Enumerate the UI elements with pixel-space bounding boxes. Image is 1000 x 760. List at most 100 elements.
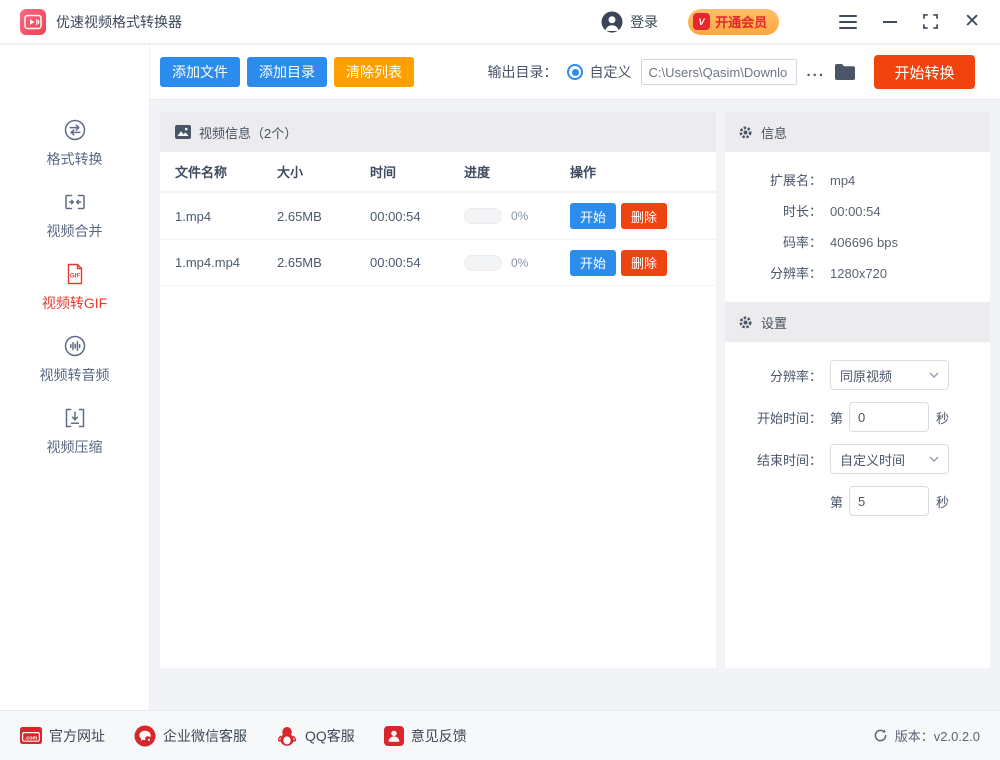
settings-section-title: 设置 [761, 313, 787, 332]
feedback-link[interactable]: 意见反馈 [384, 726, 467, 746]
sidebar-item-video-to-audio[interactable]: 视频转音频 [0, 333, 149, 385]
start-convert-button[interactable]: 开始转换 [874, 55, 975, 89]
footer-link-label: QQ客服 [305, 726, 355, 746]
menu-button[interactable] [809, 15, 857, 29]
setting-resolution: 分辨率： 同原视频 [725, 360, 990, 390]
start-time-input[interactable] [849, 402, 929, 432]
table-row: 1.mp4.mp4 2.65MB 00:00:54 0% 开始 删除 [160, 239, 716, 286]
svg-text:.com: .com [25, 736, 38, 742]
ordinal-prefix: 第 [830, 408, 843, 427]
open-vip-label: 开通会员 [715, 12, 767, 31]
qq-support-link[interactable]: QQ客服 [276, 725, 355, 747]
ordinal-prefix: 第 [830, 492, 843, 511]
app-logo-icon [20, 9, 46, 35]
video-to-audio-icon [62, 333, 88, 359]
field-value: 00:00:54 [830, 202, 881, 222]
custom-dir-radio[interactable] [567, 64, 583, 80]
column-header-actions: 操作 [570, 162, 701, 181]
row-start-button[interactable]: 开始 [570, 203, 616, 229]
info-field-duration: 时长： 00:00:54 [725, 202, 990, 222]
seconds-unit: 秒 [936, 492, 949, 511]
titlebar-right: 登录 V 开通会员 ✕ [601, 9, 980, 35]
wechat-support-link[interactable]: 企业微信客服 [134, 725, 247, 747]
footer: .com 官方网址 企业微信客服 [0, 710, 1000, 760]
cell-size: 2.65MB [277, 255, 370, 270]
version-label: 版本：v2.0.2.0 [895, 726, 980, 745]
info-field-extension: 扩展名： mp4 [725, 171, 990, 191]
add-file-button[interactable]: 添加文件 [160, 57, 240, 87]
column-header-filename: 文件名称 [175, 162, 277, 181]
minimize-icon [883, 21, 897, 23]
custom-dir-radio-label: 自定义 [589, 62, 631, 82]
progress-bar [464, 208, 502, 224]
feedback-icon [384, 726, 404, 746]
end-time-input[interactable] [849, 486, 929, 516]
hamburger-icon [839, 15, 857, 29]
end-time-mode-value: 自定义时间 [840, 450, 905, 469]
cell-time: 00:00:54 [370, 209, 464, 224]
output-path-input[interactable] [641, 59, 797, 85]
cell-progress: 0% [464, 255, 570, 271]
resolution-select[interactable]: 同原视频 [830, 360, 949, 390]
settings-section-header: 设置 [725, 302, 990, 342]
info-section-title: 信息 [761, 123, 787, 142]
close-button[interactable]: ✕ [964, 12, 980, 31]
video-info-panel: 视频信息（2个） 文件名称 大小 时间 进度 操作 1.mp4 2.65MB 0… [160, 112, 716, 668]
footer-link-label: 企业微信客服 [163, 726, 247, 746]
sidebar-item-video-compress[interactable]: 视频压缩 [0, 405, 149, 457]
field-value: 406696 bps [830, 233, 898, 253]
setting-start-time: 开始时间： 第 秒 [725, 402, 990, 432]
info-field-bitrate: 码率： 406696 bps [725, 233, 990, 253]
login-label: 登录 [630, 12, 658, 32]
open-vip-button[interactable]: V 开通会员 [688, 9, 779, 35]
version-info: 版本：v2.0.2.0 [873, 726, 980, 745]
info-section-header: 信息 [725, 112, 990, 152]
sidebar-item-format-convert[interactable]: 格式转换 [0, 117, 149, 169]
video-info-title: 视频信息（2个） [199, 123, 297, 142]
official-website-link[interactable]: .com 官方网址 [20, 726, 105, 746]
table-header-row: 文件名称 大小 时间 进度 操作 [160, 152, 716, 192]
setting-label: 结束时间： [725, 450, 822, 469]
cell-progress: 0% [464, 208, 570, 224]
column-header-progress: 进度 [464, 162, 570, 181]
end-time-mode-select[interactable]: 自定义时间 [830, 444, 949, 474]
sidebar-item-video-merge[interactable]: 视频合并 [0, 189, 149, 241]
row-delete-button[interactable]: 删除 [621, 250, 667, 276]
close-icon: ✕ [964, 12, 980, 31]
cell-size: 2.65MB [277, 209, 370, 224]
row-delete-button[interactable]: 删除 [621, 203, 667, 229]
titlebar: 优速视频格式转换器 登录 V 开通会员 [0, 0, 1000, 44]
video-info-header: 视频信息（2个） [160, 112, 716, 152]
field-label: 分辨率： [725, 264, 822, 284]
setting-label: 分辨率： [725, 366, 822, 385]
row-start-button[interactable]: 开始 [570, 250, 616, 276]
add-directory-button[interactable]: 添加目录 [247, 57, 327, 87]
open-folder-icon[interactable] [835, 64, 855, 80]
maximize-button[interactable] [923, 14, 938, 29]
svg-text:GIF: GIF [69, 272, 80, 279]
browse-more-button[interactable]: ... [806, 67, 825, 77]
app-title: 优速视频格式转换器 [56, 12, 182, 32]
seconds-unit: 秒 [936, 408, 949, 427]
chevron-down-icon [929, 456, 939, 462]
login-button[interactable]: 登录 [601, 11, 658, 33]
vip-badge-icon: V [693, 13, 710, 30]
video-compress-icon [62, 405, 88, 431]
sidebar-item-video-to-gif[interactable]: GIF 视频转GIF [0, 261, 149, 313]
sidebar-item-label: 视频压缩 [47, 437, 103, 457]
info-fields: 扩展名： mp4 时长： 00:00:54 码率： 406696 bps 分辨率… [725, 152, 990, 302]
clear-list-button[interactable]: 清除列表 [334, 57, 414, 87]
app-window: 优速视频格式转换器 登录 V 开通会员 [0, 0, 1000, 760]
progress-percent: 0% [511, 209, 528, 223]
sidebar: 格式转换 视频合并 GIF 视频转GIF [0, 45, 150, 710]
format-convert-icon [62, 117, 88, 143]
footer-link-label: 官方网址 [49, 726, 105, 746]
cell-actions: 开始 删除 [570, 203, 701, 229]
maximize-icon [923, 14, 938, 29]
update-refresh-icon[interactable] [873, 728, 888, 743]
video-to-gif-icon: GIF [62, 261, 88, 287]
minimize-button[interactable] [883, 21, 897, 23]
column-header-time: 时间 [370, 162, 464, 181]
cell-filename: 1.mp4 [175, 209, 277, 224]
gear-icon [738, 125, 753, 140]
